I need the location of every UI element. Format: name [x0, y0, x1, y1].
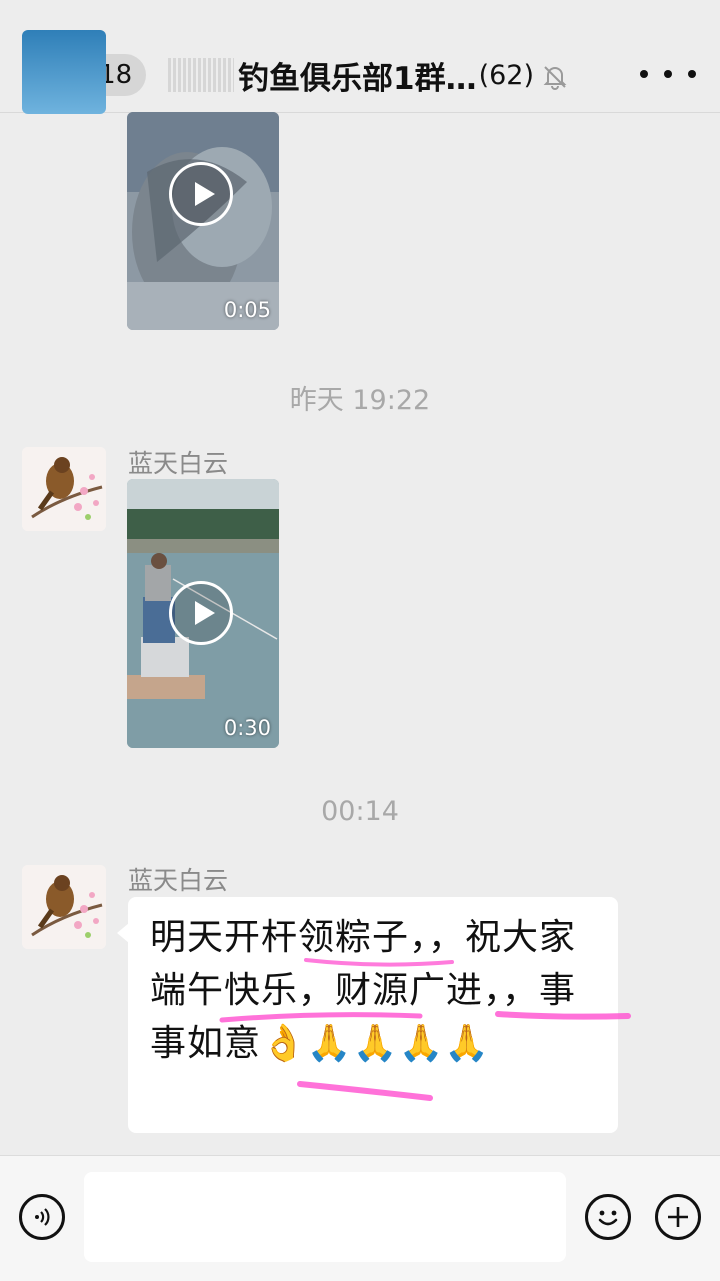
avatar[interactable] [22, 865, 106, 949]
avatar[interactable] [22, 447, 106, 531]
more-icon[interactable] [640, 56, 696, 92]
message-bubble[interactable]: 明天开杆领粽子，，祝大家端午快乐，财源广进，，事事如意👌🙏🙏🙏🙏 [117, 897, 618, 1133]
member-count: (62) [478, 59, 535, 91]
sender-name: 蓝天白云 [128, 866, 229, 895]
chat-header: 1118 钓鱼俱乐部1群… (62) [0, 0, 720, 113]
message-input[interactable] [84, 1172, 566, 1262]
timestamp: 昨天 19:22 [289, 385, 431, 416]
group-name: 钓鱼俱乐部1群… [238, 60, 477, 97]
message-text: 明天开杆领粽子，，祝大家端午快乐，财源广进，，事事如意👌🙏🙏🙏🙏 [150, 917, 577, 1064]
chat-title[interactable]: 钓鱼俱乐部1群… (62) [168, 52, 608, 98]
video-thumbnail[interactable]: 0:05 [127, 112, 279, 330]
bird-avatar-image [22, 447, 106, 531]
plus-icon[interactable] [655, 1194, 701, 1240]
sender-name: 蓝天白云 [128, 449, 229, 478]
video-duration: 0:30 [223, 716, 271, 740]
mute-icon [542, 62, 568, 90]
redacted-title-prefix [168, 58, 234, 92]
avatar[interactable] [22, 30, 106, 114]
bird-avatar-image [22, 865, 106, 949]
input-bar [0, 1155, 720, 1281]
timestamp: 00:14 [321, 796, 399, 827]
voice-icon[interactable] [19, 1194, 65, 1240]
play-icon[interactable] [169, 581, 233, 645]
play-icon[interactable] [169, 162, 233, 226]
video-duration: 0:05 [223, 298, 271, 322]
video-thumbnail[interactable]: 0:30 [127, 479, 279, 748]
emoji-icon[interactable] [585, 1194, 631, 1240]
